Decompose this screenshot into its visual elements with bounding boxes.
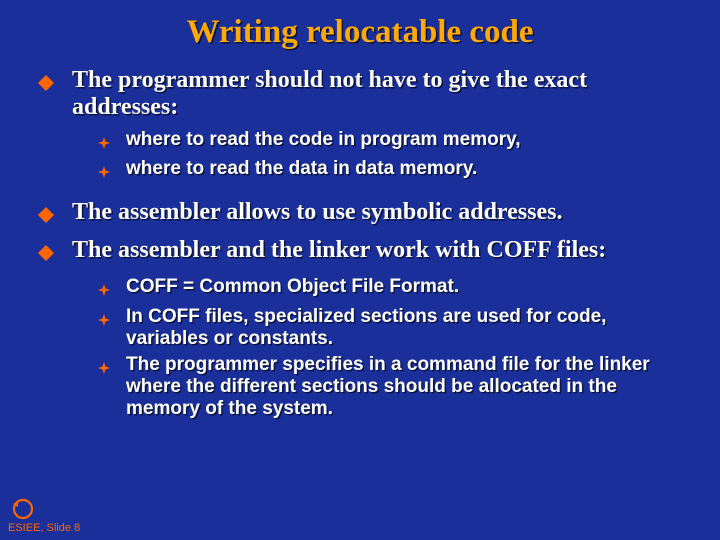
diamond-bullet-icon [38,203,54,230]
diamond-bullet-icon [38,241,54,268]
sub-bullet-text: The programmer specifies in a command fi… [126,354,684,421]
slide-title: Writing relocatable code [36,14,684,51]
bullet-text: The assembler and the linker work with C… [72,237,684,264]
bullet-level1: The programmer should not have to give t… [38,67,684,121]
sub-bullet-text: COFF = Common Object File Format. [126,276,684,298]
sub-bullet-text: In COFF files, specialized sections are … [126,306,684,351]
star-bullet-icon [98,310,110,332]
bullet-text: The assembler allows to use symbolic add… [72,199,684,226]
bullet-level2: where to read the data in data memory. [98,158,684,184]
return-icon[interactable] [12,498,34,520]
star-bullet-icon [98,358,110,380]
bullet-level2: COFF = Common Object File Format. [98,276,684,302]
bullet-level2: The programmer specifies in a command fi… [98,354,684,421]
footer-slide-number: 8 [74,522,80,534]
diamond-bullet-icon [38,71,54,98]
footer-label: ESIEE, Slide 8 [8,522,80,534]
footer-org: ESIEE [8,522,40,534]
bullet-level1: The assembler and the linker work with C… [38,237,684,268]
sub-bullet-group: COFF = Common Object File Format. In COF… [98,276,684,420]
slide-content: The programmer should not have to give t… [36,67,684,421]
bullet-text: The programmer should not have to give t… [72,67,684,121]
sub-bullet-group: where to read the code in program memory… [98,129,684,185]
sub-bullet-text: where to read the code in program memory… [126,129,684,151]
sub-bullet-text: where to read the data in data memory. [126,158,684,180]
bullet-level2: where to read the code in program memory… [98,129,684,155]
slide: Writing relocatable code The programmer … [0,0,720,540]
star-bullet-icon [98,280,110,302]
bullet-level2: In COFF files, specialized sections are … [98,306,684,351]
star-bullet-icon [98,133,110,155]
footer-slide-prefix: Slide [47,522,71,534]
slide-footer: ESIEE, Slide 8 [8,498,80,534]
bullet-level1: The assembler allows to use symbolic add… [38,199,684,230]
star-bullet-icon [98,162,110,184]
